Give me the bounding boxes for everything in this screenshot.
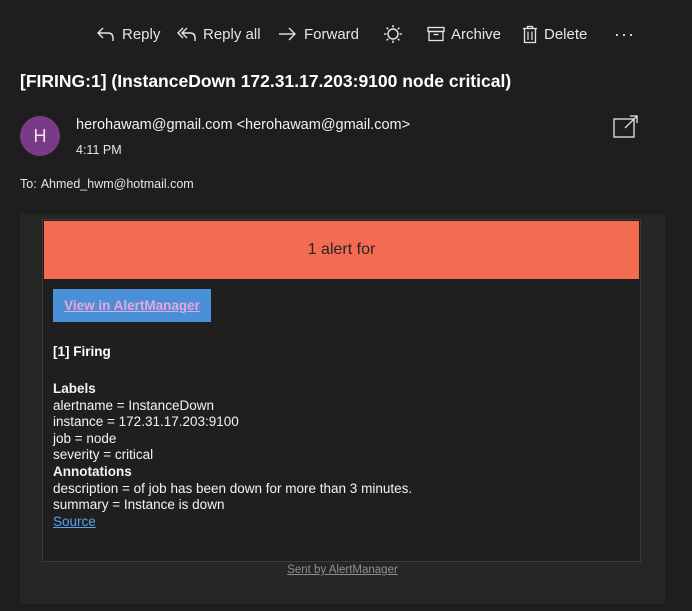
open-in-new-window-button[interactable] <box>613 115 639 144</box>
forward-label: Forward <box>304 25 360 43</box>
recipients-line: To: Ahmed_hwm@hotmail.com <box>20 177 194 191</box>
message-body: 1 alert for View in AlertManager [1] Fir… <box>20 214 665 604</box>
message-toolbar: Reply Reply all Forward Archive Delete ·… <box>0 0 692 68</box>
theme-toggle-button[interactable] <box>383 22 403 46</box>
reply-icon <box>97 27 114 41</box>
forward-arrow-icon <box>279 27 296 41</box>
label-job: job = node <box>53 430 117 446</box>
alert-card: 1 alert for View in AlertManager [1] Fir… <box>42 219 641 562</box>
recipient-address[interactable]: Ahmed_hwm@hotmail.com <box>41 177 194 191</box>
more-icon: ··· <box>614 23 635 44</box>
alert-banner: 1 alert for <box>44 221 639 279</box>
forward-button[interactable]: Forward <box>278 22 359 46</box>
alert-details: Labels alertname = InstanceDown instance… <box>53 381 412 530</box>
trash-icon <box>523 25 537 43</box>
reply-button[interactable]: Reply <box>96 22 160 46</box>
label-instance: instance = 172.31.17.203:9100 <box>53 414 239 430</box>
sun-icon <box>384 25 402 43</box>
delete-label: Delete <box>544 25 588 43</box>
label-alertname: alertname = InstanceDown <box>53 397 214 413</box>
source-link[interactable]: Source <box>53 514 412 531</box>
alertmanager-footer-link[interactable]: Sent by AlertManager <box>20 564 665 576</box>
annotation-summary: summary = Instance is down <box>53 497 225 513</box>
firing-heading: [1] Firing <box>53 344 111 359</box>
archive-icon <box>427 26 445 42</box>
delete-button[interactable]: Delete <box>522 22 587 46</box>
reply-label: Reply <box>122 25 161 43</box>
to-label: To: <box>20 177 37 191</box>
annotations-heading: Annotations <box>53 463 132 479</box>
archive-label: Archive <box>451 25 502 43</box>
archive-button[interactable]: Archive <box>427 22 501 46</box>
avatar[interactable]: H <box>20 116 60 156</box>
message-time: 4:11 PM <box>76 143 122 157</box>
sender-address[interactable]: herohawam@gmail.com <herohawam@gmail.com… <box>76 117 410 133</box>
message-subject: [FIRING:1] (InstanceDown 172.31.17.203:9… <box>20 71 512 91</box>
annotation-description: description = of job has been down for m… <box>53 480 413 496</box>
more-actions-button[interactable]: ··· <box>614 22 635 46</box>
view-in-alertmanager-button[interactable]: View in AlertManager <box>53 289 211 322</box>
reply-all-label: Reply all <box>203 25 261 43</box>
reply-all-button[interactable]: Reply all <box>177 22 261 46</box>
popout-icon <box>613 115 638 138</box>
label-severity: severity = critical <box>53 447 154 463</box>
labels-heading: Labels <box>53 381 96 396</box>
reply-all-icon <box>177 27 196 41</box>
